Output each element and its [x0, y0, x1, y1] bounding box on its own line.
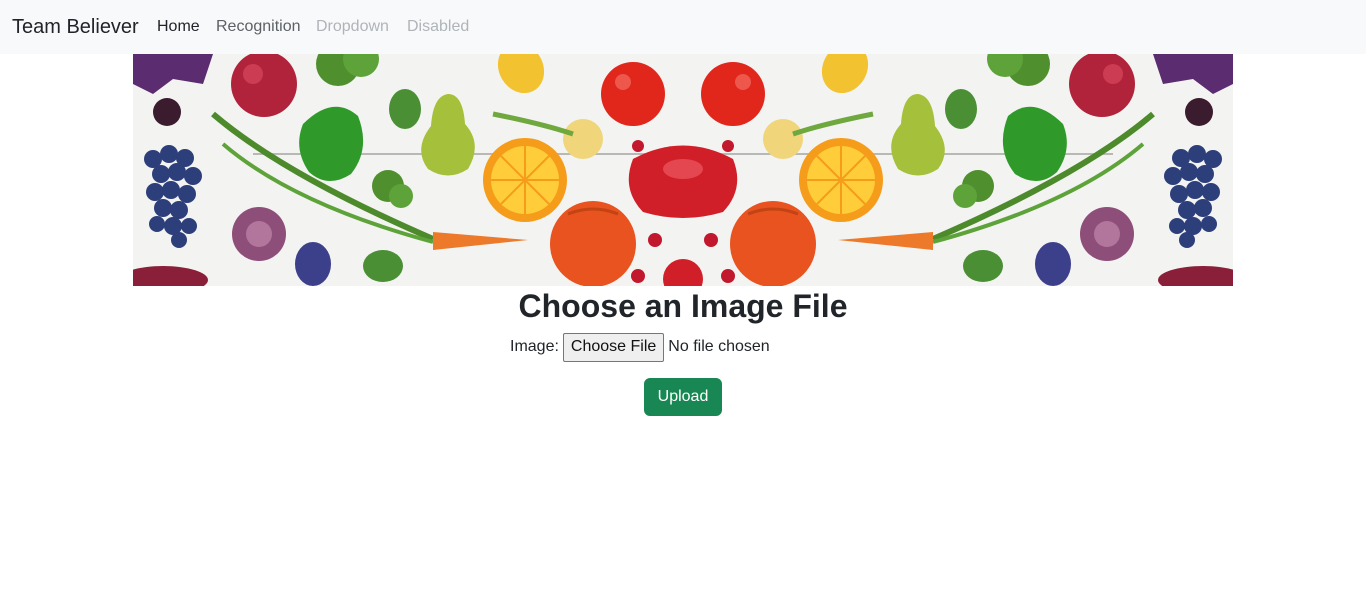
vegetables-fruits-icon [133, 54, 1233, 286]
navbar: Team Believer Home Recognition Dropdown … [0, 0, 1366, 54]
image-label: Image: [510, 338, 559, 355]
choose-file-button[interactable]: Choose File [562, 332, 665, 362]
vegetables-banner-image [133, 54, 1233, 286]
brand-link[interactable]: Team Believer [12, 14, 139, 40]
file-status-text: No file chosen [668, 338, 770, 355]
nav-home[interactable]: Home [157, 16, 200, 38]
nav-disabled: Disabled [407, 18, 470, 35]
nav-recognition[interactable]: Recognition [216, 16, 301, 38]
upload-button[interactable]: Upload [644, 378, 722, 416]
page-title: Choose an Image File [518, 288, 848, 324]
file-input-row: Image: Choose File No file chosen [510, 332, 770, 362]
nav-dropdown: Dropdown [316, 18, 389, 35]
